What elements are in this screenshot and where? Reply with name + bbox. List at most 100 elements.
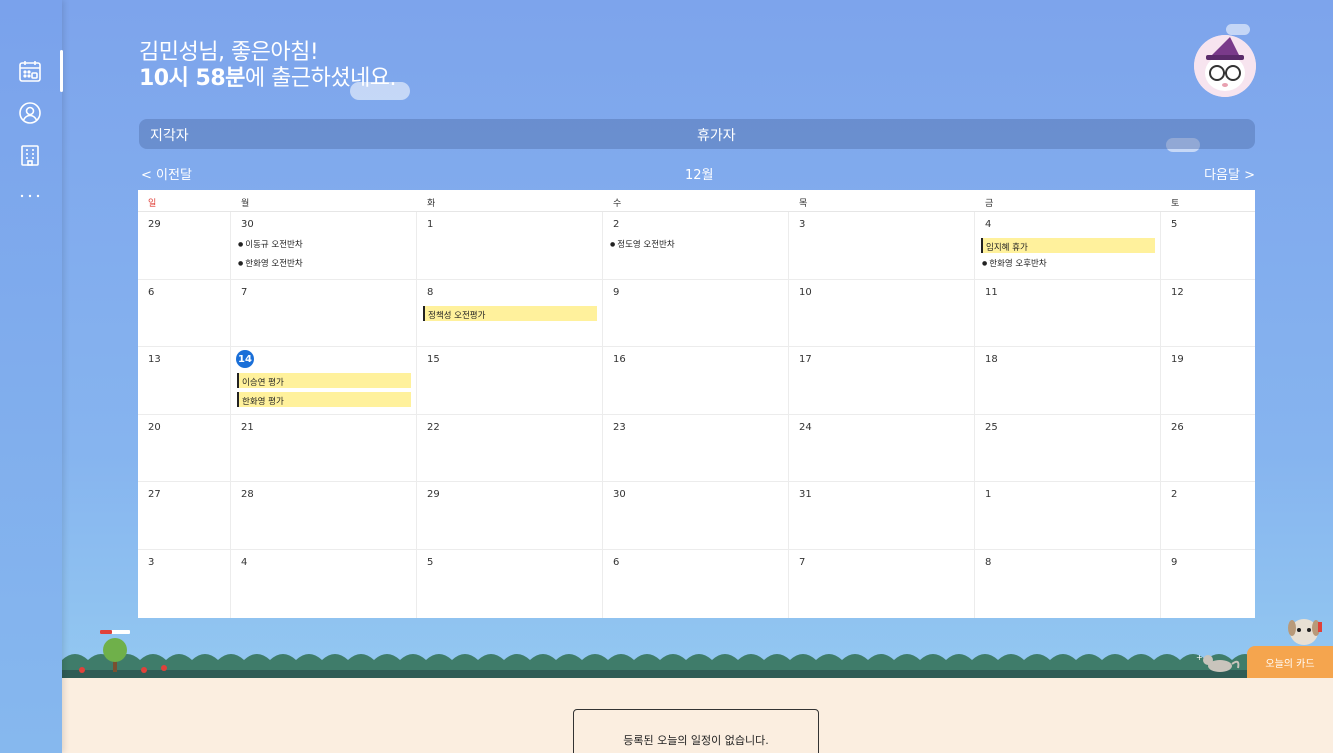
day-number: 1 <box>985 489 992 501</box>
weekday-label: 일 <box>148 199 157 209</box>
calendar-day-cell[interactable]: 13 <box>138 347 231 414</box>
calendar-day-cell[interactable]: 1 <box>417 212 603 279</box>
more-icon[interactable] <box>17 183 43 209</box>
calendar-day-cell[interactable]: 20 <box>138 414 231 482</box>
calendar-day-cell[interactable]: 10 <box>789 279 975 347</box>
calendar-event[interactable]: 이동규 오전반차 <box>238 238 302 250</box>
user-icon[interactable] <box>17 100 43 126</box>
day-number: 22 <box>427 421 440 433</box>
day-number: 28 <box>241 489 254 501</box>
calendar-day-cell[interactable]: 18 <box>975 347 1161 414</box>
avatar[interactable] <box>1194 35 1256 97</box>
calendar-day-cell[interactable]: 3 <box>138 549 231 618</box>
calendar-day-cell[interactable]: 23 <box>603 414 789 482</box>
calendar-event[interactable]: 정책성 오전평가 <box>423 305 597 321</box>
calendar: 일월화수목금토 2930이동규 오전반차한화영 오전반차12정도영 오전반차34… <box>138 190 1255 618</box>
calendar-day-cell[interactable]: 11 <box>975 279 1161 347</box>
calendar-day-cell[interactable]: 9 <box>603 279 789 347</box>
calendar-day-cell[interactable]: 21 <box>231 414 417 482</box>
calendar-day-cell[interactable]: 7 <box>789 549 975 618</box>
calendar-day-cell[interactable]: 28 <box>231 482 417 549</box>
calendar-day-cell[interactable]: 29 <box>417 482 603 549</box>
day-number: 4 <box>985 219 992 230</box>
day-number: 9 <box>1171 556 1178 568</box>
calendar-day-cell[interactable]: 27 <box>138 482 231 549</box>
day-number: 7 <box>799 556 806 568</box>
day-number: 18 <box>985 354 998 366</box>
calendar-event[interactable]: 임지혜 휴가 <box>981 238 1155 253</box>
day-number: 4 <box>241 556 248 568</box>
calendar-week-row: 20 21 22 23 24 25 26 <box>138 414 1255 483</box>
calendar-week-row: 27 28 29 30 31 1 2 <box>138 482 1255 550</box>
calendar-week-row: 6 7 8 정책성 오전평가 9 10 11 12 <box>138 279 1255 348</box>
checkin-suffix: 에 출근하셨네요. <box>244 66 397 91</box>
calendar-icon[interactable] <box>17 58 43 84</box>
day-number: 27 <box>148 489 161 501</box>
apple-tree-icon <box>79 630 167 673</box>
calendar-day-cell[interactable]: 30 이동규 오전반차한화영 오전반차 <box>231 212 417 279</box>
today-empty-message: 등록된 오늘의 일정이 없습니다. <box>623 734 769 747</box>
calendar-day-cell[interactable]: 5 <box>417 549 603 618</box>
day-number: 17 <box>799 354 812 366</box>
weekday-label: 월 <box>241 199 250 209</box>
weekday-label: 화 <box>427 199 436 209</box>
calendar-event[interactable]: 한화영 평가 <box>237 392 411 408</box>
day-number: 29 <box>148 219 161 230</box>
weekday-label: 수 <box>613 199 622 209</box>
day-number: 26 <box>1171 421 1184 433</box>
calendar-day-cell[interactable]: 22 <box>417 414 603 482</box>
calendar-day-cell[interactable]: 7 <box>231 279 417 347</box>
building-icon[interactable] <box>17 142 43 168</box>
calendar-body: 2930이동규 오전반차한화영 오전반차12정도영 오전반차34임지혜 휴가한화… <box>138 212 1255 618</box>
calendar-day-cell[interactable]: 4 <box>231 549 417 618</box>
sidebar-active-indicator <box>60 50 63 92</box>
calendar-day-cell[interactable]: 29 <box>138 212 231 279</box>
day-number: 12 <box>1171 286 1184 298</box>
prev-month-button[interactable]: < 이전달 <box>141 164 192 183</box>
vacation-label: 휴가자 <box>697 128 736 144</box>
cat-icon: + <box>1196 653 1240 672</box>
calendar-day-cell[interactable]: 1 <box>975 482 1161 549</box>
calendar-day-cell[interactable]: 5 <box>1161 212 1255 279</box>
calendar-event[interactable]: 이승연 평가 <box>237 373 411 389</box>
weekday-label: 목 <box>799 199 808 209</box>
day-number: 11 <box>985 286 998 298</box>
day-number: 2 <box>1171 489 1178 501</box>
calendar-event[interactable]: 정도영 오전반차 <box>610 238 674 250</box>
calendar-day-cell[interactable]: 2 <box>1161 482 1255 549</box>
calendar-day-cell[interactable]: 30 <box>603 482 789 549</box>
calendar-day-cell[interactable]: 31 <box>789 482 975 549</box>
attendance-status-bar: 지각자 휴가자 <box>139 119 1255 149</box>
calendar-day-cell[interactable]: 6 <box>603 549 789 618</box>
calendar-day-cell[interactable]: 4 임지혜 휴가한화영 오후반차 <box>975 212 1161 279</box>
calendar-event[interactable]: 한화영 오후반차 <box>982 257 1046 269</box>
calendar-day-cell[interactable]: 12 <box>1161 280 1255 347</box>
calendar-day-cell[interactable]: 8 정책성 오전평가 <box>417 279 603 347</box>
calendar-day-cell[interactable]: 2 정도영 오전반차 <box>603 212 789 279</box>
calendar-day-cell[interactable]: 3 <box>789 212 975 279</box>
today-date-badge: 14 <box>236 350 254 369</box>
day-number: 30 <box>241 219 254 230</box>
calendar-event[interactable]: 한화영 오전반차 <box>238 257 302 269</box>
calendar-day-cell[interactable]: 9 <box>1161 550 1255 618</box>
day-number: 30 <box>613 489 626 501</box>
calendar-week-row: 29 30 이동규 오전반차한화영 오전반차 1 2 정도영 오전반차 3 4 임지혜 휴가한화… <box>138 212 1255 280</box>
day-number: 31 <box>799 489 812 501</box>
day-number: 25 <box>985 421 998 433</box>
calendar-day-cell[interactable]: 15 <box>417 347 603 414</box>
calendar-day-cell[interactable]: 26 <box>1161 415 1255 482</box>
calendar-day-cell[interactable]: 14 이승연 평가한화영 평가 <box>231 347 417 414</box>
calendar-day-cell[interactable]: 8 <box>975 549 1161 618</box>
day-number: 29 <box>427 489 440 501</box>
checkin-time: 10시 58분 <box>139 66 245 91</box>
calendar-day-cell[interactable]: 24 <box>789 414 975 482</box>
weekday-label: 토 <box>1171 199 1180 209</box>
calendar-day-cell[interactable]: 25 <box>975 414 1161 482</box>
calendar-day-cell[interactable]: 6 <box>138 279 231 347</box>
calendar-day-cell[interactable]: 17 <box>789 347 975 414</box>
next-month-button[interactable]: 다음달 > <box>1204 164 1255 183</box>
calendar-day-cell[interactable]: 19 <box>1161 347 1255 414</box>
calendar-day-cell[interactable]: 16 <box>603 347 789 414</box>
day-number: 6 <box>148 286 155 298</box>
today-card-button[interactable]: 오늘의 카드 <box>1247 646 1333 678</box>
